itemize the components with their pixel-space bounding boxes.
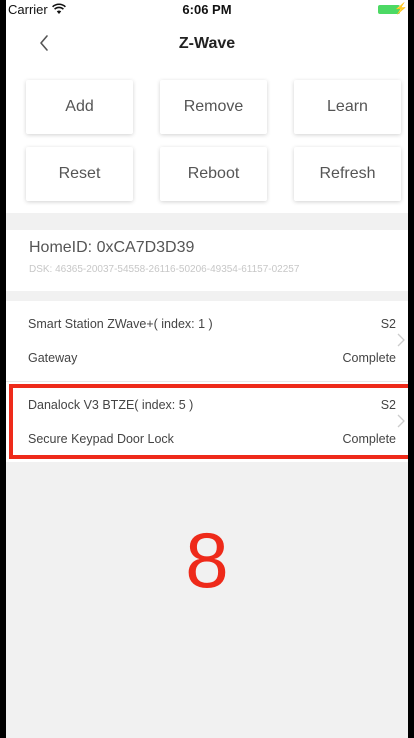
action-buttons-panel: Add Remove Learn Reset Reboot Refresh: [6, 68, 408, 213]
inclusion-status: Complete: [342, 351, 397, 365]
status-bar: Carrier 6:06 PM ⚡: [6, 0, 408, 20]
chevron-right-icon: [397, 333, 405, 347]
app-screen: Carrier 6:06 PM ⚡ Z-Wave Add Remove Lear…: [6, 0, 408, 738]
nav-bar: Z-Wave: [6, 20, 408, 68]
highlight-box: [9, 384, 408, 459]
refresh-button[interactable]: Refresh: [294, 147, 401, 201]
page-title: Z-Wave: [178, 35, 236, 52]
home-id: HomeID: 0xCA7D3D39: [29, 239, 195, 256]
reset-button[interactable]: Reset: [26, 147, 133, 201]
clock-time: 6:06 PM: [182, 2, 232, 17]
security-level: S2: [380, 317, 396, 331]
device-row-gateway[interactable]: Smart Station ZWave+( index: 1 ) S2 Gate…: [6, 301, 408, 381]
remove-button[interactable]: Remove: [160, 80, 267, 134]
home-info-card: HomeID: 0xCA7D3D39 DSK: 46365-20037-5455…: [6, 230, 408, 291]
add-button[interactable]: Add: [26, 80, 133, 134]
reboot-button[interactable]: Reboot: [160, 147, 267, 201]
learn-button[interactable]: Learn: [294, 80, 401, 134]
charging-icon: ⚡: [394, 3, 408, 15]
device-name: Smart Station ZWave+( index: 1 ): [28, 317, 213, 331]
annotation-number: 8: [185, 516, 229, 604]
device-type: Gateway: [28, 351, 78, 365]
dsk-value: DSK: 46365-20037-54558-26116-50206-49354…: [29, 264, 300, 275]
